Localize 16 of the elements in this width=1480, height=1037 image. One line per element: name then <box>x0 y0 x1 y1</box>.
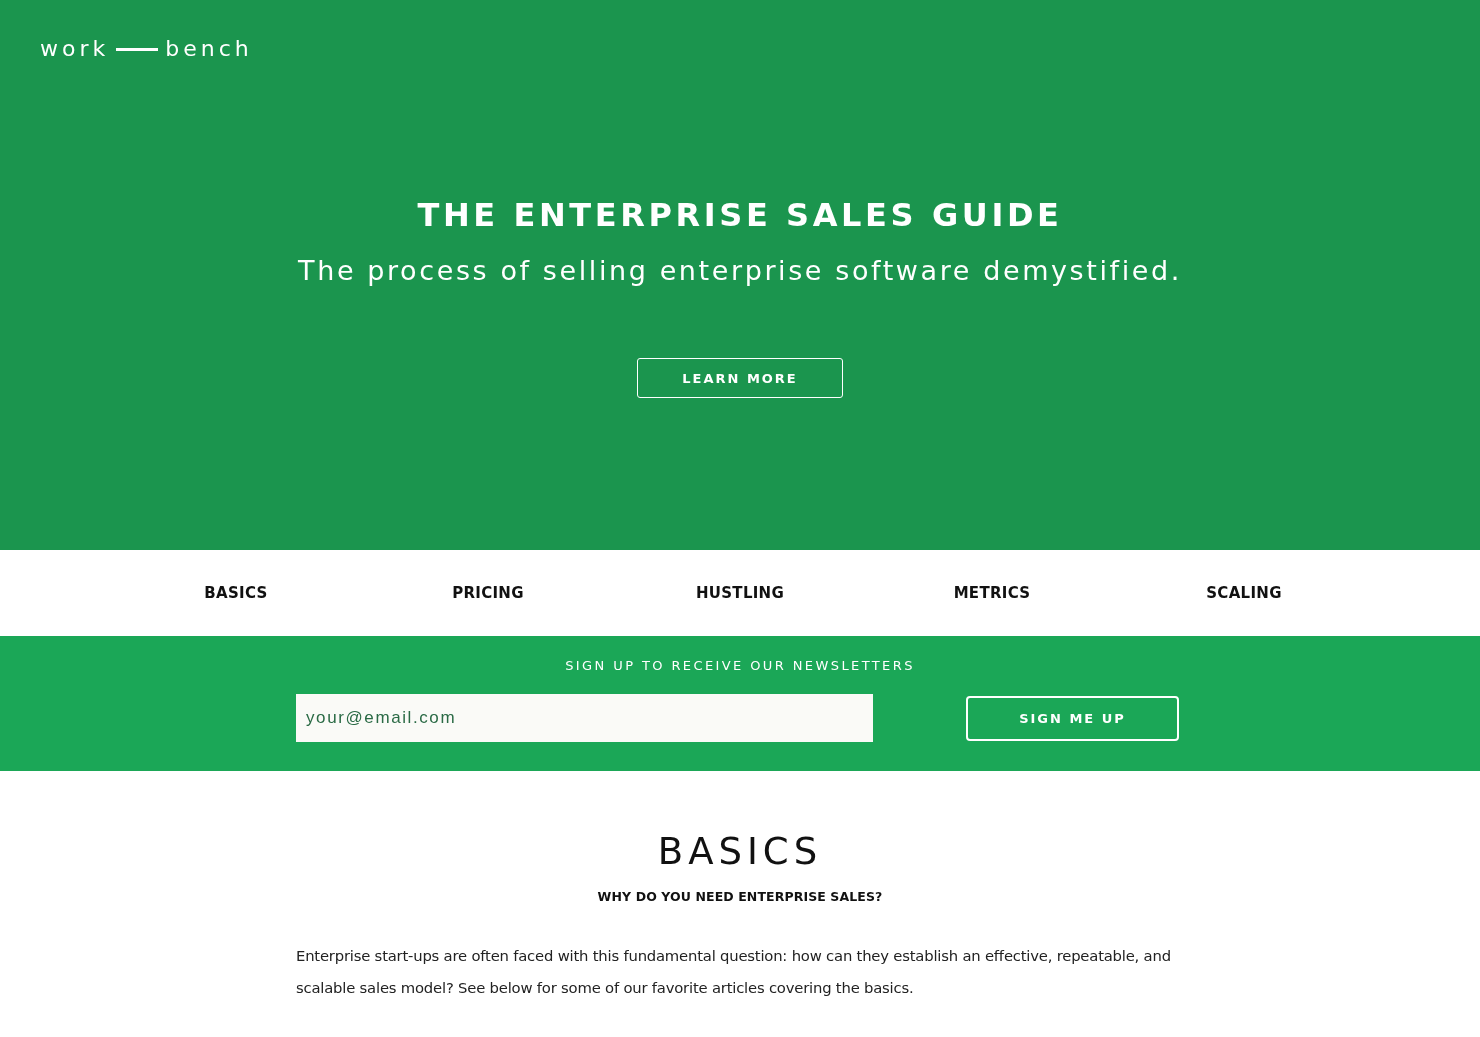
hero-subtitle: The process of selling enterprise software demystified. <box>298 254 1182 288</box>
nav-link[interactable]: HUSTLING <box>691 580 789 606</box>
nav-link[interactable]: METRICS <box>949 580 1035 606</box>
section-subtitle: WHY DO YOU NEED ENTERPRISE SALES? <box>597 889 883 904</box>
email-input-field[interactable]: your@email.com <box>296 694 873 742</box>
nav-link[interactable]: SCALING <box>1202 580 1286 606</box>
hero-title: THE ENTERPRISE SALES GUIDE <box>417 195 1063 235</box>
nav-link[interactable]: PRICING <box>448 580 528 606</box>
section-title: BASICS <box>657 829 823 875</box>
intro-paragraph: Enterprise start-ups are often faced with this fundamental question: how can they establish an effective, repeatable, and scalable sales model? See below for some of our favorite articles covering the basics. <box>296 946 1172 998</box>
logo-text: bench <box>165 37 253 61</box>
logo-dash-icon <box>116 47 159 51</box>
newsletter-heading: SIGN UP TO RECEIVE OUR NEWSLETTERS <box>565 658 915 674</box>
learn-more-button[interactable]: LEARN MORE <box>637 358 843 398</box>
nav-link[interactable]: BASICS <box>200 580 272 606</box>
logo-text: work <box>40 37 110 61</box>
